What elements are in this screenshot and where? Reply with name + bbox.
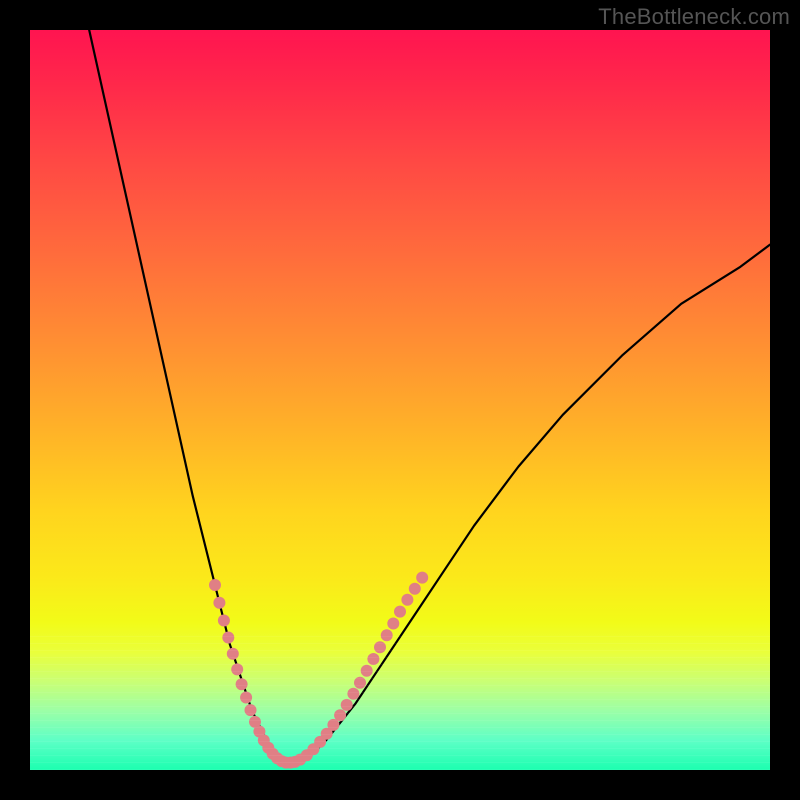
curve-line (89, 30, 770, 763)
curve-marker (231, 663, 243, 675)
curve-marker (222, 632, 234, 644)
curve-marker (327, 719, 339, 731)
curve-marker (387, 618, 399, 630)
curve-marker (394, 606, 406, 618)
curve-marker (361, 665, 373, 677)
curve-marker (374, 641, 386, 653)
curve-marker (401, 594, 413, 606)
curve-marker (367, 653, 379, 665)
curve-marker (347, 688, 359, 700)
curve-marker (354, 677, 366, 689)
curve-marker (409, 583, 421, 595)
curve-marker (381, 629, 393, 641)
curve-marker (227, 648, 239, 660)
chart-outer-frame: TheBottleneck.com (0, 0, 800, 800)
curve-marker (334, 709, 346, 721)
curve-markers (209, 572, 428, 769)
watermark-label: TheBottleneck.com (598, 4, 790, 30)
curve-marker (245, 704, 257, 716)
curve-marker (240, 692, 252, 704)
curve-marker (236, 678, 248, 690)
curve-marker (341, 699, 353, 711)
curve-marker (209, 579, 221, 591)
curve-marker (416, 572, 428, 584)
curve-marker (218, 615, 230, 627)
chart-svg (30, 30, 770, 770)
plot-area (30, 30, 770, 770)
curve-marker (213, 597, 225, 609)
